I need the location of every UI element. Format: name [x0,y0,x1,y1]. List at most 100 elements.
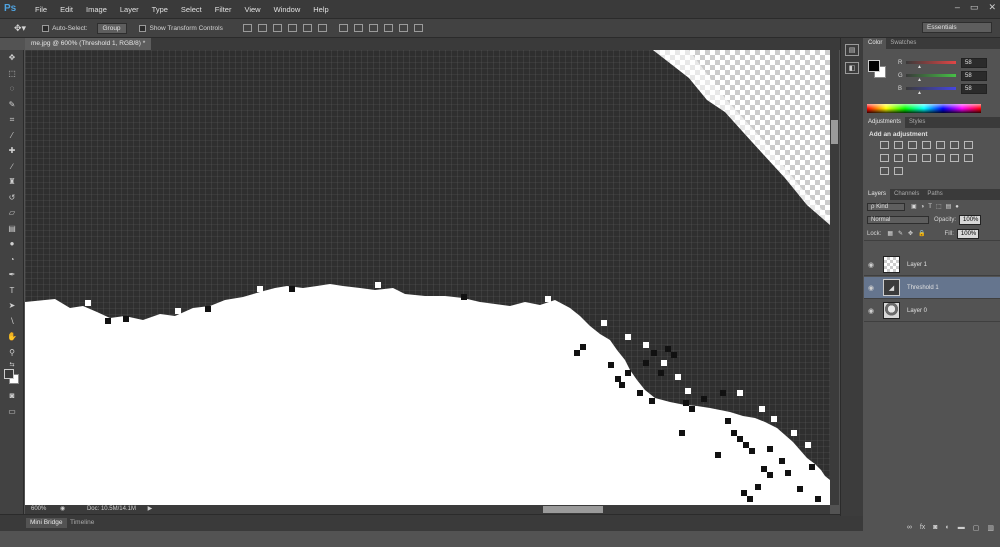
align-left-icon[interactable] [287,24,297,32]
vertical-scrollbar[interactable] [830,50,839,505]
black-white-icon[interactable] [879,154,889,162]
properties-panel-icon[interactable]: ◧ [845,62,859,74]
vibrance-icon[interactable] [935,141,945,149]
menu-filter[interactable]: Filter [215,5,232,14]
green-slider[interactable]: ▲ [906,74,956,83]
distribute-left-icon[interactable] [383,24,393,32]
menu-edit[interactable]: Edit [60,5,73,14]
menu-file[interactable]: File [35,5,47,14]
blend-mode-dropdown[interactable]: Normal [867,216,929,224]
quick-mask-icon[interactable]: ◙ [0,388,24,404]
align-center-icon[interactable] [302,24,312,32]
threshold-icon[interactable] [963,154,973,162]
menu-view[interactable]: View [244,5,260,14]
fill-input[interactable]: 100% [956,228,979,239]
distribute-middle-icon[interactable] [353,24,363,32]
color-lookup-icon[interactable] [921,154,931,162]
blue-slider[interactable]: ▲ [906,87,956,96]
tab-swatches[interactable]: Swatches [886,38,920,49]
menu-select[interactable]: Select [181,5,202,14]
visibility-eye-icon[interactable]: ◉ [864,284,878,292]
clone-stamp-icon[interactable]: ♜ [0,174,24,190]
auto-select-checkbox[interactable] [42,24,50,32]
tab-paths[interactable]: Paths [923,189,946,200]
crop-tool-icon[interactable]: ⌗ [0,112,24,128]
visibility-eye-icon[interactable]: ◉ [864,307,878,315]
horizontal-scroll-thumb[interactable] [543,506,603,513]
red-value-input[interactable]: 58 [961,57,987,68]
trash-icon[interactable]: ▥ [987,524,994,536]
minimize-icon[interactable]: – [955,2,960,13]
layer-row-layer-0[interactable]: ◉ Layer 0 [864,300,1000,322]
red-slider[interactable]: ▲ [906,61,956,70]
posterize-icon[interactable] [949,154,959,162]
exposure-icon[interactable] [921,141,931,149]
dodge-tool-icon[interactable]: ◔ [0,252,24,268]
document-tab[interactable]: me.jpg @ 600% (Threshold 1, RGB/8) * [25,38,152,50]
eraser-tool-icon[interactable]: ▱ [0,205,24,221]
green-value-input[interactable]: 58 [961,70,987,81]
tab-timeline[interactable]: Timeline [66,518,98,528]
menu-help[interactable]: Help [313,5,328,14]
align-middle-icon[interactable] [257,24,267,32]
shape-tool-icon[interactable]: ∖ [0,314,24,330]
screen-mode-icon[interactable]: ▭ [0,404,24,420]
align-top-icon[interactable] [242,24,252,32]
layer-row-threshold-1[interactable]: ◉ ◢ Threshold 1 [864,277,1000,299]
healing-brush-icon[interactable]: ✚ [0,143,24,159]
zoom-level[interactable]: 600% [31,506,46,512]
align-bottom-icon[interactable] [272,24,282,32]
curves-icon[interactable] [907,141,917,149]
channel-mixer-icon[interactable] [907,154,917,162]
move-tool-icon[interactable]: ✥ [0,50,24,66]
color-balance-icon[interactable] [963,141,973,149]
foreground-color-chip[interactable] [868,60,880,72]
menu-type[interactable]: Type [152,5,168,14]
type-tool-icon[interactable]: T [0,283,24,299]
opacity-input[interactable]: 100% [959,215,982,225]
link-icon[interactable]: ∞ [907,524,912,536]
gradient-map-icon[interactable] [879,167,889,175]
tab-mini-bridge[interactable]: Mini Bridge [26,518,67,528]
selective-color-icon[interactable] [893,167,903,175]
new-layer-icon[interactable]: ▢ [973,524,980,536]
close-icon[interactable]: ✕ [988,2,996,13]
quick-select-tool-icon[interactable]: ✎ [0,97,24,113]
tab-channels[interactable]: Channels [890,189,923,200]
blur-tool-icon[interactable]: ● [0,236,24,252]
document-canvas[interactable] [25,50,830,505]
marquee-tool-icon[interactable]: ⬚ [0,66,24,82]
layer-row-layer-1[interactable]: ◉ Layer 1 [864,254,1000,276]
restore-icon[interactable]: ▭ [970,2,979,13]
brush-tool-icon[interactable]: ∕ [0,159,24,175]
distribute-top-icon[interactable] [338,24,348,32]
show-transform-checkbox[interactable] [139,24,147,32]
history-brush-icon[interactable]: ↺ [0,190,24,206]
hand-tool-icon[interactable]: ✋ [0,329,24,345]
status-arrow-icon[interactable]: ▶ [148,506,153,512]
swap-colors-icon[interactable]: ⇆ [0,360,24,368]
distribute-bottom-icon[interactable] [368,24,378,32]
color-spectrum[interactable] [867,104,981,113]
invert-icon[interactable] [935,154,945,162]
hue-saturation-icon[interactable] [949,141,959,149]
fx-icon[interactable]: fx [920,524,925,536]
eyedropper-tool-icon[interactable]: ⁄ [0,128,24,144]
levels-icon[interactable] [893,141,903,149]
tab-layers[interactable]: Layers [864,189,891,200]
color-swatches[interactable] [0,368,24,388]
blue-value-input[interactable]: 58 [961,83,987,94]
history-panel-icon[interactable]: ▤ [845,44,859,56]
vertical-scroll-thumb[interactable] [831,120,838,144]
move-tool-icon[interactable]: ✥▾ [14,23,26,34]
filter-icons[interactable]: ▣◑T⬚▤● [911,203,963,210]
pen-tool-icon[interactable]: ✒ [0,267,24,283]
status-info-icon[interactable]: ◉ [60,506,65,512]
brightness-contrast-icon[interactable] [879,141,889,149]
gradient-tool-icon[interactable]: ▤ [0,221,24,237]
layer-filter-dropdown[interactable]: ρ Kind [867,202,905,211]
align-right-icon[interactable] [317,24,327,32]
workspace-dropdown[interactable]: Essentials [922,22,992,33]
tab-styles[interactable]: Styles [905,117,929,128]
tab-color[interactable]: Color [864,38,887,49]
